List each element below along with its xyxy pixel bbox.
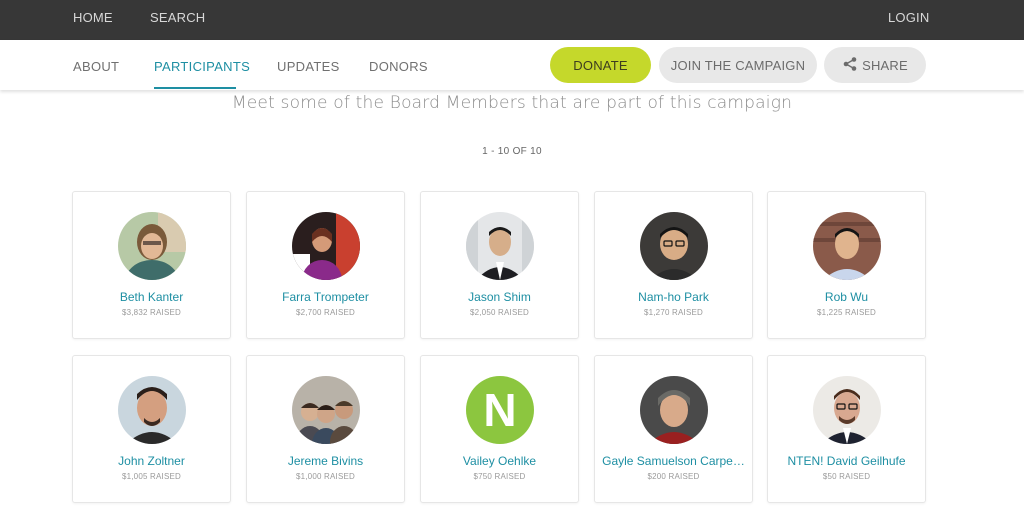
tab-about[interactable]: ABOUT — [73, 59, 119, 74]
participant-name[interactable]: Jereme Bivins — [251, 454, 400, 468]
participant-raised: $50 RAISED — [822, 472, 871, 481]
avatar — [640, 212, 708, 280]
participant-name[interactable]: Beth Kanter — [77, 290, 226, 304]
pagination-count: 1 - 10 OF 10 — [482, 146, 542, 157]
participant-name[interactable]: Vailey Oehlke — [425, 454, 574, 468]
join-campaign-button-label: JOIN THE CAMPAIGN — [670, 57, 806, 73]
participant-raised: $2,050 RAISED — [469, 308, 530, 317]
active-tab-indicator — [154, 87, 236, 89]
tab-donors[interactable]: DONORS — [369, 59, 428, 74]
participant-raised: $750 RAISED — [473, 472, 526, 481]
avatar — [118, 212, 186, 280]
participant-card[interactable]: Gayle Samuelson Carpe… $200 RAISED — [594, 355, 753, 503]
participant-card[interactable]: N Vailey Oehlke $750 RAISED — [420, 355, 579, 503]
avatar: N — [466, 376, 534, 444]
participant-raised: $2,700 RAISED — [295, 308, 356, 317]
participant-card[interactable]: Beth Kanter $3,832 RAISED — [72, 191, 231, 339]
top-navigation-bar: HOME SEARCH LOGIN — [0, 0, 1024, 40]
avatar — [640, 376, 708, 444]
nav-login-link[interactable]: LOGIN — [888, 10, 929, 25]
participant-name[interactable]: John Zoltner — [77, 454, 226, 468]
participant-card[interactable]: Farra Trompeter $2,700 RAISED — [246, 191, 405, 339]
avatar-letter: N — [483, 384, 516, 436]
avatar — [292, 376, 360, 444]
participant-raised: $1,225 RAISED — [816, 308, 877, 317]
nav-search-link[interactable]: SEARCH — [150, 10, 205, 25]
participant-raised: $1,000 RAISED — [295, 472, 356, 481]
nav-home-link[interactable]: HOME — [73, 10, 113, 25]
participant-name[interactable]: Nam-ho Park — [599, 290, 748, 304]
donate-button-label: DONATE — [573, 57, 628, 73]
intro-text: Meet some of the Board Members that are … — [231, 93, 793, 113]
participant-name[interactable]: Gayle Samuelson Carpe… — [599, 454, 748, 468]
participant-name[interactable]: NTEN! David Geilhufe — [772, 454, 921, 468]
share-button[interactable]: SHARE — [824, 47, 926, 83]
participant-name[interactable]: Farra Trompeter — [251, 290, 400, 304]
tab-participants[interactable]: PARTICIPANTS — [154, 59, 250, 74]
tab-updates[interactable]: UPDATES — [277, 59, 340, 74]
campaign-tab-bar: ABOUT PARTICIPANTS UPDATES DONORS DONATE… — [0, 40, 1024, 90]
share-button-label: SHARE — [862, 57, 908, 73]
participant-card[interactable]: Rob Wu $1,225 RAISED — [767, 191, 926, 339]
participant-card[interactable]: Jason Shim $2,050 RAISED — [420, 191, 579, 339]
participant-name[interactable]: Jason Shim — [425, 290, 574, 304]
avatar — [466, 212, 534, 280]
participant-raised: $200 RAISED — [647, 472, 700, 481]
participant-raised: $3,832 RAISED — [121, 308, 182, 317]
avatar — [292, 212, 360, 280]
participant-card[interactable]: NTEN! David Geilhufe $50 RAISED — [767, 355, 926, 503]
participant-card[interactable]: John Zoltner $1,005 RAISED — [72, 355, 231, 503]
avatar — [118, 376, 186, 444]
participant-raised: $1,270 RAISED — [643, 308, 704, 317]
donate-button[interactable]: DONATE — [550, 47, 651, 83]
join-campaign-button[interactable]: JOIN THE CAMPAIGN — [659, 47, 817, 83]
avatar — [813, 212, 881, 280]
share-icon — [842, 56, 858, 75]
avatar — [813, 376, 881, 444]
participant-name[interactable]: Rob Wu — [772, 290, 921, 304]
participant-card[interactable]: Jereme Bivins $1,000 RAISED — [246, 355, 405, 503]
participant-card[interactable]: Nam-ho Park $1,270 RAISED — [594, 191, 753, 339]
participant-raised: $1,005 RAISED — [121, 472, 182, 481]
